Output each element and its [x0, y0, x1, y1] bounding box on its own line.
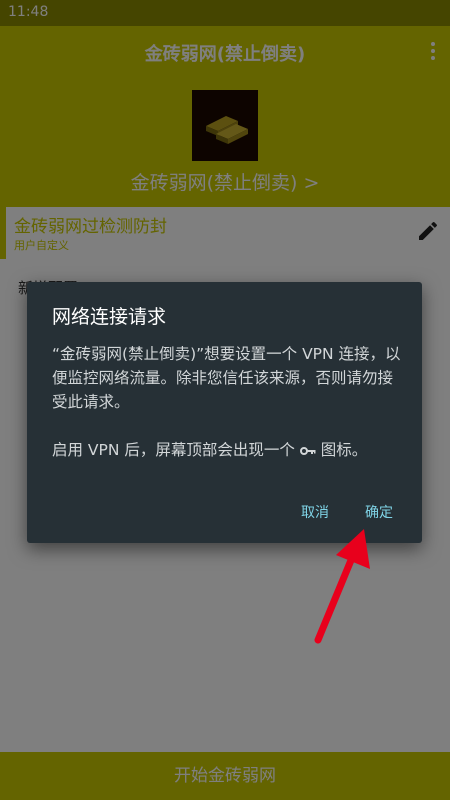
dialog-message-text-before-icon: 启用 VPN 后，屏幕顶部会出现一个	[52, 441, 295, 459]
cancel-button[interactable]: 取消	[301, 502, 329, 522]
dialog-message-text-after-icon: 图标。	[320, 441, 368, 459]
dialog-message-paragraph-1: “金砖弱网(禁止倒卖)”想要设置一个 VPN 连接，以便监控网络流量。除非您信任…	[52, 345, 401, 411]
dialog-message: “金砖弱网(禁止倒卖)”想要设置一个 VPN 连接，以便监控网络流量。除非您信任…	[52, 342, 402, 486]
red-arrow-annotation	[314, 529, 370, 644]
confirm-button[interactable]: 确定	[365, 502, 393, 522]
vpn-permission-dialog: 网络连接请求 “金砖弱网(禁止倒卖)”想要设置一个 VPN 连接，以便监控网络流…	[27, 282, 422, 543]
dialog-title: 网络连接请求	[52, 306, 167, 328]
dialog-message-paragraph-2: 启用 VPN 后，屏幕顶部会出现一个 图标。	[52, 438, 402, 462]
vpn-key-icon	[299, 446, 316, 455]
